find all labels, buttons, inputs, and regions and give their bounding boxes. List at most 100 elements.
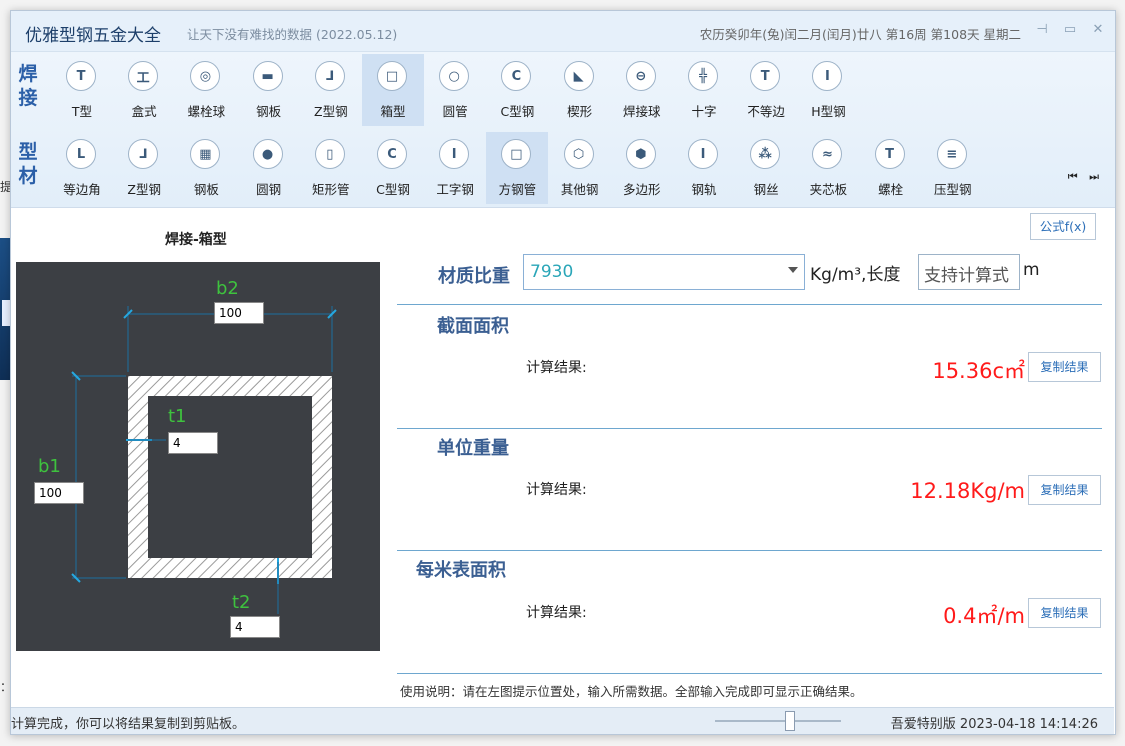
lunar-date: 农历癸卯年(兔)闰二月(闰月)廿八 第16周 第108天 星期二 xyxy=(699,27,1021,42)
weight-result-value: 12.18Kg/m xyxy=(910,479,1025,503)
b1-input[interactable]: 100 xyxy=(34,482,84,504)
shape-icon: 工 xyxy=(128,61,159,91)
tool-weld_items-12[interactable]: I H型钢 xyxy=(797,54,859,126)
shape-icon: ⅃ xyxy=(128,139,159,169)
tool-label: 压型钢 xyxy=(934,182,972,197)
tool-label: Z型钢 xyxy=(127,182,161,197)
section-surface-title: 每米表面积 xyxy=(416,560,506,581)
tool-label: T型 xyxy=(71,104,93,119)
tool-profile_items-11[interactable]: ⁂ 钢丝 xyxy=(735,132,797,204)
opacity-slider-thumb[interactable] xyxy=(785,711,795,731)
tool-profile_items-7[interactable]: □ 方钢管 xyxy=(486,132,549,204)
pin-icon[interactable]: ⊣ xyxy=(1033,21,1051,39)
tool-weld_items-6[interactable]: ○ 圆管 xyxy=(424,54,486,126)
shape-icon: ⅃ xyxy=(314,61,345,91)
tool-weld_items-2[interactable]: ◎ 螺栓球 xyxy=(175,54,237,126)
tool-profile_items-9[interactable]: ⬢ 多边形 xyxy=(611,132,673,204)
shape-icon: ○ xyxy=(439,61,470,91)
tool-label: 矩形管 xyxy=(312,182,350,197)
shape-icon: ≡ xyxy=(936,139,967,169)
density-select[interactable]: 7930 xyxy=(523,254,805,290)
length-input[interactable]: 支持计算式 xyxy=(918,254,1020,290)
copy-weight-button[interactable]: 复制结果 xyxy=(1028,475,1101,505)
tool-profile_items-3[interactable]: ● 圆钢 xyxy=(238,132,300,204)
tool-profile_items-10[interactable]: I 钢轨 xyxy=(673,132,735,204)
copy-surface-button[interactable]: 复制结果 xyxy=(1028,598,1101,628)
shape-icon: □ xyxy=(501,139,532,169)
tool-label: C型钢 xyxy=(500,104,535,119)
tool-weld_items-7[interactable]: C C型钢 xyxy=(486,54,548,126)
density-label: 材质比重 xyxy=(438,266,510,287)
tool-profile_items-4[interactable]: ▯ 矩形管 xyxy=(300,132,362,204)
tool-label: 方钢管 xyxy=(498,182,537,197)
top-flange xyxy=(148,376,312,396)
tool-weld_items-0[interactable]: T T型 xyxy=(51,54,113,126)
surface-result-value: 0.4㎡/m xyxy=(943,604,1025,628)
tool-weld_items-3[interactable]: ▬ 钢板 xyxy=(238,54,300,126)
chevron-down-icon[interactable] xyxy=(788,267,798,273)
tool-profile_items-13[interactable]: T 螺栓 xyxy=(860,132,922,204)
density-unit: Kg/m³,长度 xyxy=(810,265,901,285)
tool-label: 多边形 xyxy=(623,182,661,197)
tool-weld_items-8[interactable]: ◣ 楔形 xyxy=(549,54,611,126)
tool-profile_items-1[interactable]: ⅃ Z型钢 xyxy=(113,132,175,204)
tool-weld_items-11[interactable]: T 不等边 xyxy=(735,54,797,126)
tool-profile_items-0[interactable]: L 等边角 xyxy=(51,132,113,204)
tool-profile_items-8[interactable]: ⬡ 其他钢 xyxy=(549,132,611,204)
shape-icon: ▯ xyxy=(314,139,345,169)
tool-weld_items-9[interactable]: ⊖ 焊接球 xyxy=(611,54,673,126)
box-section-diagram: b2 100 b1 100 t1 4 t2 4 xyxy=(16,262,380,651)
shape-icon: I xyxy=(439,139,470,169)
drawing-title: 焊接-箱型 xyxy=(165,232,227,248)
tool-label: 盒式 xyxy=(131,104,157,119)
close-icon[interactable]: ✕ xyxy=(1089,21,1107,39)
shape-icon: T xyxy=(66,61,96,91)
tool-label: 等边角 xyxy=(63,182,101,197)
tool-profile_items-14[interactable]: ≡ 压型钢 xyxy=(922,132,984,204)
tool-label: H型钢 xyxy=(811,104,846,119)
status-datetime: 吾爱特别版 2023-04-18 14:14:26 xyxy=(890,717,1098,732)
formula-button[interactable]: 公式f(x) xyxy=(1030,213,1096,240)
shape-icon: ◎ xyxy=(190,61,221,91)
tool-label: 钢板 xyxy=(256,104,282,119)
b2-input[interactable]: 100 xyxy=(214,302,264,324)
toolbar-nav-arrows[interactable]: ⏮ ⏭ xyxy=(1068,170,1103,184)
divider xyxy=(397,304,1102,305)
minimize-icon[interactable]: ▭ xyxy=(1061,21,1079,39)
tool-label: 楔形 xyxy=(567,104,593,119)
t1-input[interactable]: 4 xyxy=(168,432,218,454)
tool-profile_items-5[interactable]: C C型钢 xyxy=(362,132,424,204)
shape-icon: ⁂ xyxy=(750,139,781,169)
result-label: 计算结果: xyxy=(526,605,587,621)
tool-profile_items-6[interactable]: I 工字钢 xyxy=(424,132,486,204)
tool-label: 工字钢 xyxy=(436,182,474,197)
weld-label-text: 焊接 xyxy=(18,63,38,109)
opacity-slider-track[interactable] xyxy=(715,720,841,722)
tool-profile_items-12[interactable]: ≈ 夹芯板 xyxy=(797,132,859,204)
profile-label-text: 型材 xyxy=(18,141,38,187)
shape-icon: T xyxy=(750,61,781,91)
copy-area-button[interactable]: 复制结果 xyxy=(1028,352,1101,382)
section-weight-title: 单位重量 xyxy=(437,438,509,459)
tool-label: 钢轨 xyxy=(691,182,717,197)
profile-row: 型材 L 等边角 ⅃ Z型钢 ▦ 钢板 ● 圆钢 ▯ 矩形管 C C型钢 I 工字钢 □ 方钢管 ⬡ 其他钢 ⬢ 多边… xyxy=(11,132,1115,206)
b2-label: b2 xyxy=(216,278,239,299)
tool-label: 焊接球 xyxy=(623,104,661,119)
divider xyxy=(397,673,1102,674)
shape-icon: ⬡ xyxy=(563,139,594,169)
t2-label: t2 xyxy=(232,592,251,613)
tool-weld_items-4[interactable]: ⅃ Z型钢 xyxy=(300,54,362,126)
t2-input[interactable]: 4 xyxy=(230,616,280,638)
shape-icon: ▬ xyxy=(252,61,283,91)
shape-icon: L xyxy=(66,139,96,169)
weld-row: 焊接 T T型 工盒式 ◎ 螺栓球 ▬ 钢板 ⅃ Z型钢 □ 箱型 ○ 圆管 C C型钢 ◣ 楔形 ⊖ 焊接球 ╬ 十字… xyxy=(11,54,1115,128)
tool-weld_items-1[interactable]: 工盒式 xyxy=(113,54,175,126)
shape-toolbar: 焊接 T T型 工盒式 ◎ 螺栓球 ▬ 钢板 ⅃ Z型钢 □ 箱型 ○ 圆管 C C型钢 ◣ 楔形 ⊖ 焊接球 ╬ 十字… xyxy=(11,52,1115,208)
shape-icon: I xyxy=(688,139,718,169)
tool-weld_items-10[interactable]: ╬ 十字 xyxy=(673,54,735,126)
usage-instructions: 使用说明：请在左图提示位置处，输入所需数据。全部输入完成即可显示正确结果。 xyxy=(400,684,863,699)
shape-icon: ⬢ xyxy=(625,139,656,169)
tool-profile_items-2[interactable]: ▦ 钢板 xyxy=(175,132,237,204)
tool-weld_items-5[interactable]: □ 箱型 xyxy=(362,54,424,126)
shape-icon: C xyxy=(501,61,532,91)
